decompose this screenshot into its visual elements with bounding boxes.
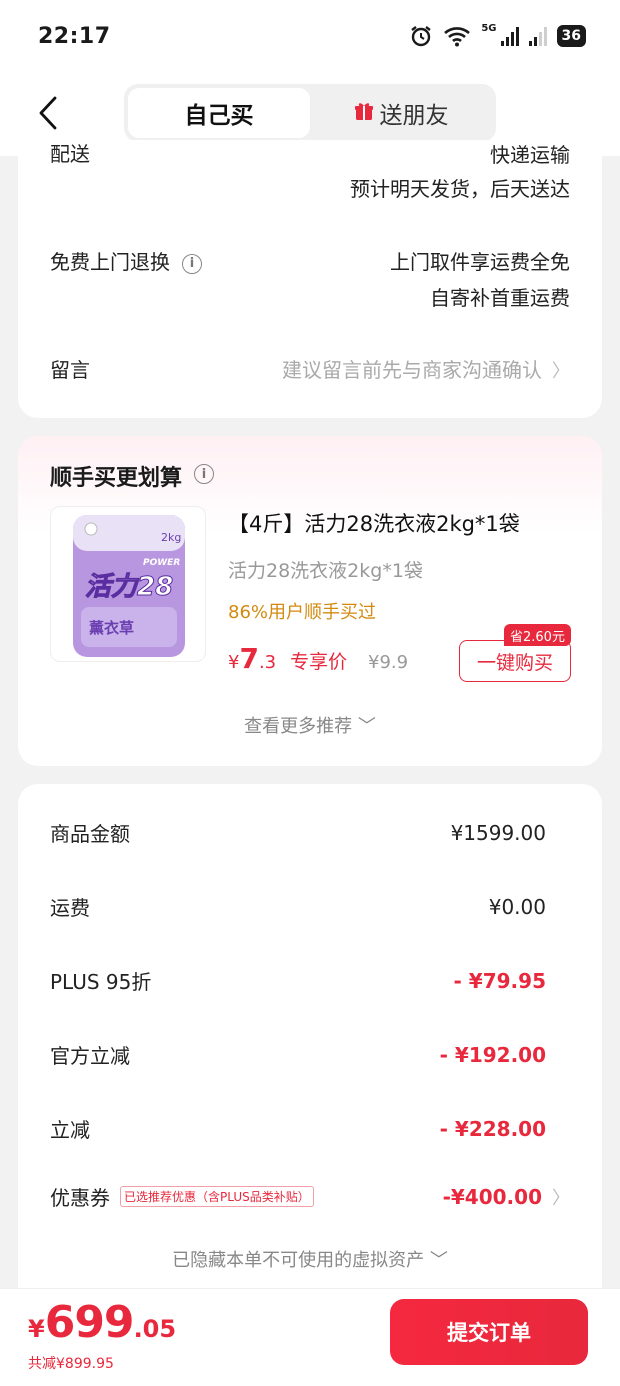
hidden-assets-toggle[interactable]: 已隐藏本单不可使用的虚拟资产 ﹀ [18,1246,602,1272]
price-breakdown-card: 商品金额 ¥1599.00 运费 ¥0.00 PLUS 95折 - ¥79.95… [18,784,602,1314]
total-decimal: .05 [133,1315,177,1343]
fee-row-goods: 商品金额 ¥1599.00 [50,818,546,847]
total-price: ¥699.05 [28,1297,176,1348]
chevron-left-icon [39,96,57,130]
fee-row-shipping: 运费 ¥0.00 [50,892,546,921]
total-symbol: ¥ [28,1315,45,1343]
status-bar: 22:17 5G 36 [0,0,620,72]
fee-row-plus-discount: PLUS 95折 - ¥79.95 [50,966,546,995]
chevron-right-icon: 〉 [552,361,570,382]
battery-icon: 36 [556,25,586,47]
fee-value: - ¥192.00 [439,1042,546,1067]
purchase-mode-tabs: 自己买 送朋友 [124,84,496,142]
checkout-bar: ¥699.05 共减¥899.95 提交订单 [0,1288,620,1386]
chevron-down-icon: ﹀ [424,1250,448,1271]
chevron-right-icon: 〉 [552,1187,570,1209]
coupon-value: -¥400.00 [442,1184,542,1209]
message-placeholder: 建议留言前先与商家沟通确认 [282,358,542,382]
submit-order-button[interactable]: 提交订单 [390,1299,588,1365]
price-symbol: ¥ [228,652,240,673]
return-service-line2: 自寄补首重运费 [430,286,570,310]
product-image-brand: 活力28 [85,572,173,602]
save-badge: 省2.60元 [504,624,571,646]
addon-product-price: ¥7.3 专享价 [228,642,347,675]
fee-value: - ¥79.95 [453,968,546,993]
wifi-icon [443,25,471,47]
info-icon[interactable]: i [194,464,215,484]
product-image-scent: 薰衣草 [89,619,134,637]
return-service-label: 免费上门退换 [50,250,170,274]
alarm-icon [409,24,433,48]
status-time: 22:17 [38,23,111,49]
chevron-down-icon: ﹀ [352,716,376,737]
addon-product-title[interactable]: 【4斤】活力28洗衣液2kg*1袋 [228,508,520,538]
fee-label: 商品金额 [50,822,130,846]
network-type-label: 5G [481,22,497,34]
fee-row-official-discount: 官方立减 - ¥192.00 [50,1040,546,1069]
message-row[interactable]: 留言 建议留言前先与商家沟通确认〉 [50,352,570,390]
fee-value: ¥0.00 [488,894,546,919]
order-options-card: 配送 快递运输 预计明天发货，后天送达 免费上门退换 i 上门取件享运费全免 自寄… [18,140,602,418]
message-label: 留言 [50,358,90,382]
price-decimal: .3 [258,652,277,673]
fee-label: 官方立减 [50,1044,130,1068]
product-image-power: POWER [143,558,180,568]
delivery-label: 配送 [50,142,90,166]
tab-gift-friend[interactable]: 送朋友 [310,88,492,138]
fee-value: - ¥228.00 [439,1116,546,1141]
more-recommendations-label: 查看更多推荐 [244,716,353,737]
back-button[interactable] [30,90,66,136]
coupon-tag: 已选推荐优惠（含PLUS品类补贴） [120,1186,314,1207]
coupon-row[interactable]: 优惠券 已选推荐优惠（含PLUS品类补贴） -¥400.00 〉 [50,1182,570,1211]
return-service-row: 免费上门退换 i 上门取件享运费全免 自寄补首重运费 [50,244,570,316]
fee-label: 立减 [50,1118,90,1142]
addon-title-row: 顺手买更划算 i [50,460,215,492]
tab-gift-friend-label: 送朋友 [379,103,449,129]
price-integer: 7 [239,642,259,675]
signal-2-icon [528,26,547,46]
fee-label: 运费 [50,896,90,920]
gift-icon [354,101,374,126]
coupon-label: 优惠券 [50,1186,110,1210]
fee-value: ¥1599.00 [450,820,546,845]
addon-title: 顺手买更划算 [50,466,183,491]
one-click-buy-button[interactable]: 一键购买 [459,640,571,682]
product-image[interactable]: 2kg POWER 活力28 薰衣草 [50,506,206,662]
product-image-weight: 2kg [161,531,181,544]
delivery-method: 快递运输 [490,143,570,167]
return-service-line1: 上门取件享运费全免 [390,250,570,274]
total-integer: 699 [44,1297,135,1348]
tab-buy-self[interactable]: 自己买 [128,88,310,138]
addon-original-price: ¥9.9 [368,652,409,673]
more-recommendations-link[interactable]: 查看更多推荐 ﹀ [18,712,602,738]
addon-product-subtitle: 活力28洗衣液2kg*1袋 [228,560,423,582]
signal-icon [500,26,519,46]
delivery-eta: 预计明天发货，后天送达 [350,177,570,201]
status-icons: 5G 36 [409,22,586,48]
fee-label: PLUS 95折 [50,970,152,994]
addon-card: 顺手买更划算 i 2kg POWER 活力28 薰衣草 【4斤】活力28洗衣液2k… [18,436,602,766]
info-icon[interactable]: i [182,254,202,274]
price-tag: 专享价 [290,651,348,673]
addon-product-rate: 86%用户顺手买过 [228,602,377,623]
fee-row-instant-discount: 立减 - ¥228.00 [50,1114,546,1143]
total-saved: 共减¥899.95 [28,1356,114,1372]
delivery-row[interactable]: 配送 快递运输 预计明天发货，后天送达 [50,138,570,206]
hidden-assets-label: 已隐藏本单不可使用的虚拟资产 [172,1250,425,1271]
tab-buy-self-label: 自己买 [184,103,254,129]
